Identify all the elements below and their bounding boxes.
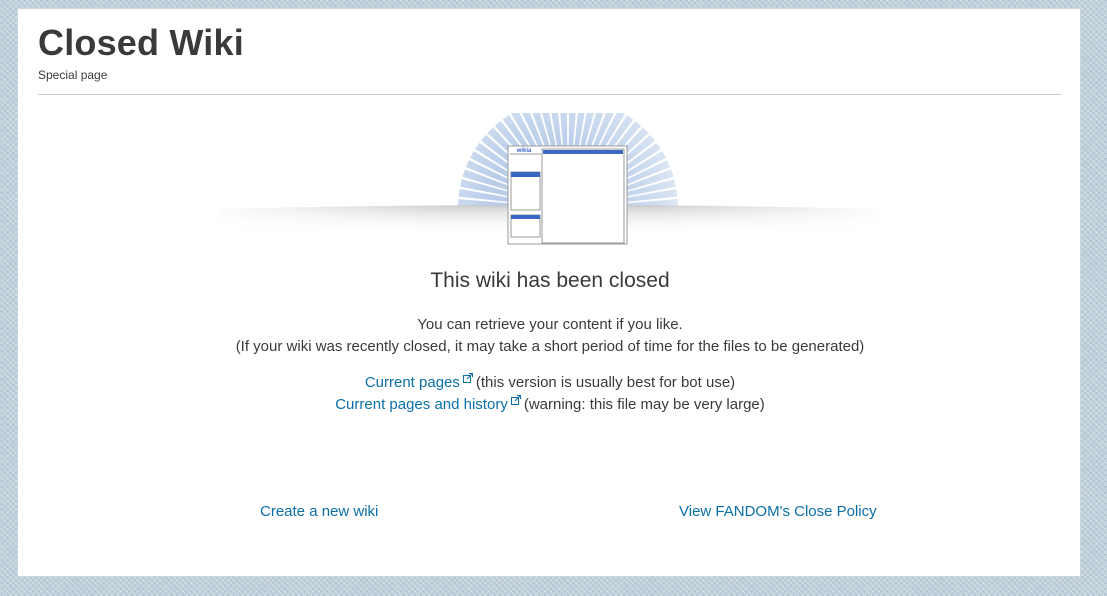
download-row-history: Current pages and history (warning: this … (18, 394, 1082, 416)
info-line-1: You can retrieve your content if you lik… (417, 316, 683, 333)
current-pages-history-note: (warning: this file may be very large) (523, 396, 765, 413)
external-link-icon (510, 395, 521, 405)
wiki-window-icon: wikia (507, 145, 628, 245)
external-link-icon (462, 373, 473, 383)
wiki-logo-text: wikia (516, 148, 532, 154)
current-pages-note: (this version is usually best for bot us… (475, 374, 736, 391)
info-block: You can retrieve your content if you lik… (18, 314, 1082, 358)
download-row-current: Current pages (this version is usually be… (18, 372, 1082, 394)
page-title: Closed Wiki (38, 22, 244, 63)
current-pages-link[interactable]: Current pages (365, 374, 460, 391)
create-new-wiki-link[interactable]: Create a new wiki (260, 502, 378, 522)
content-card: Closed Wiki Special page wikia This wiki… (17, 8, 1081, 577)
page-subtitle: Special page (38, 68, 108, 82)
close-policy-link[interactable]: View FANDOM's Close Policy (679, 502, 877, 522)
info-line-2: (If your wiki was recently closed, it ma… (235, 338, 865, 355)
closed-heading: This wiki has been closed (430, 269, 670, 292)
closed-wiki-illustration: wikia (198, 113, 902, 245)
page-header: Closed Wiki Special page (38, 23, 1062, 95)
download-links: Current pages (this version is usually be… (18, 372, 1082, 416)
current-pages-history-link[interactable]: Current pages and history (335, 396, 508, 413)
